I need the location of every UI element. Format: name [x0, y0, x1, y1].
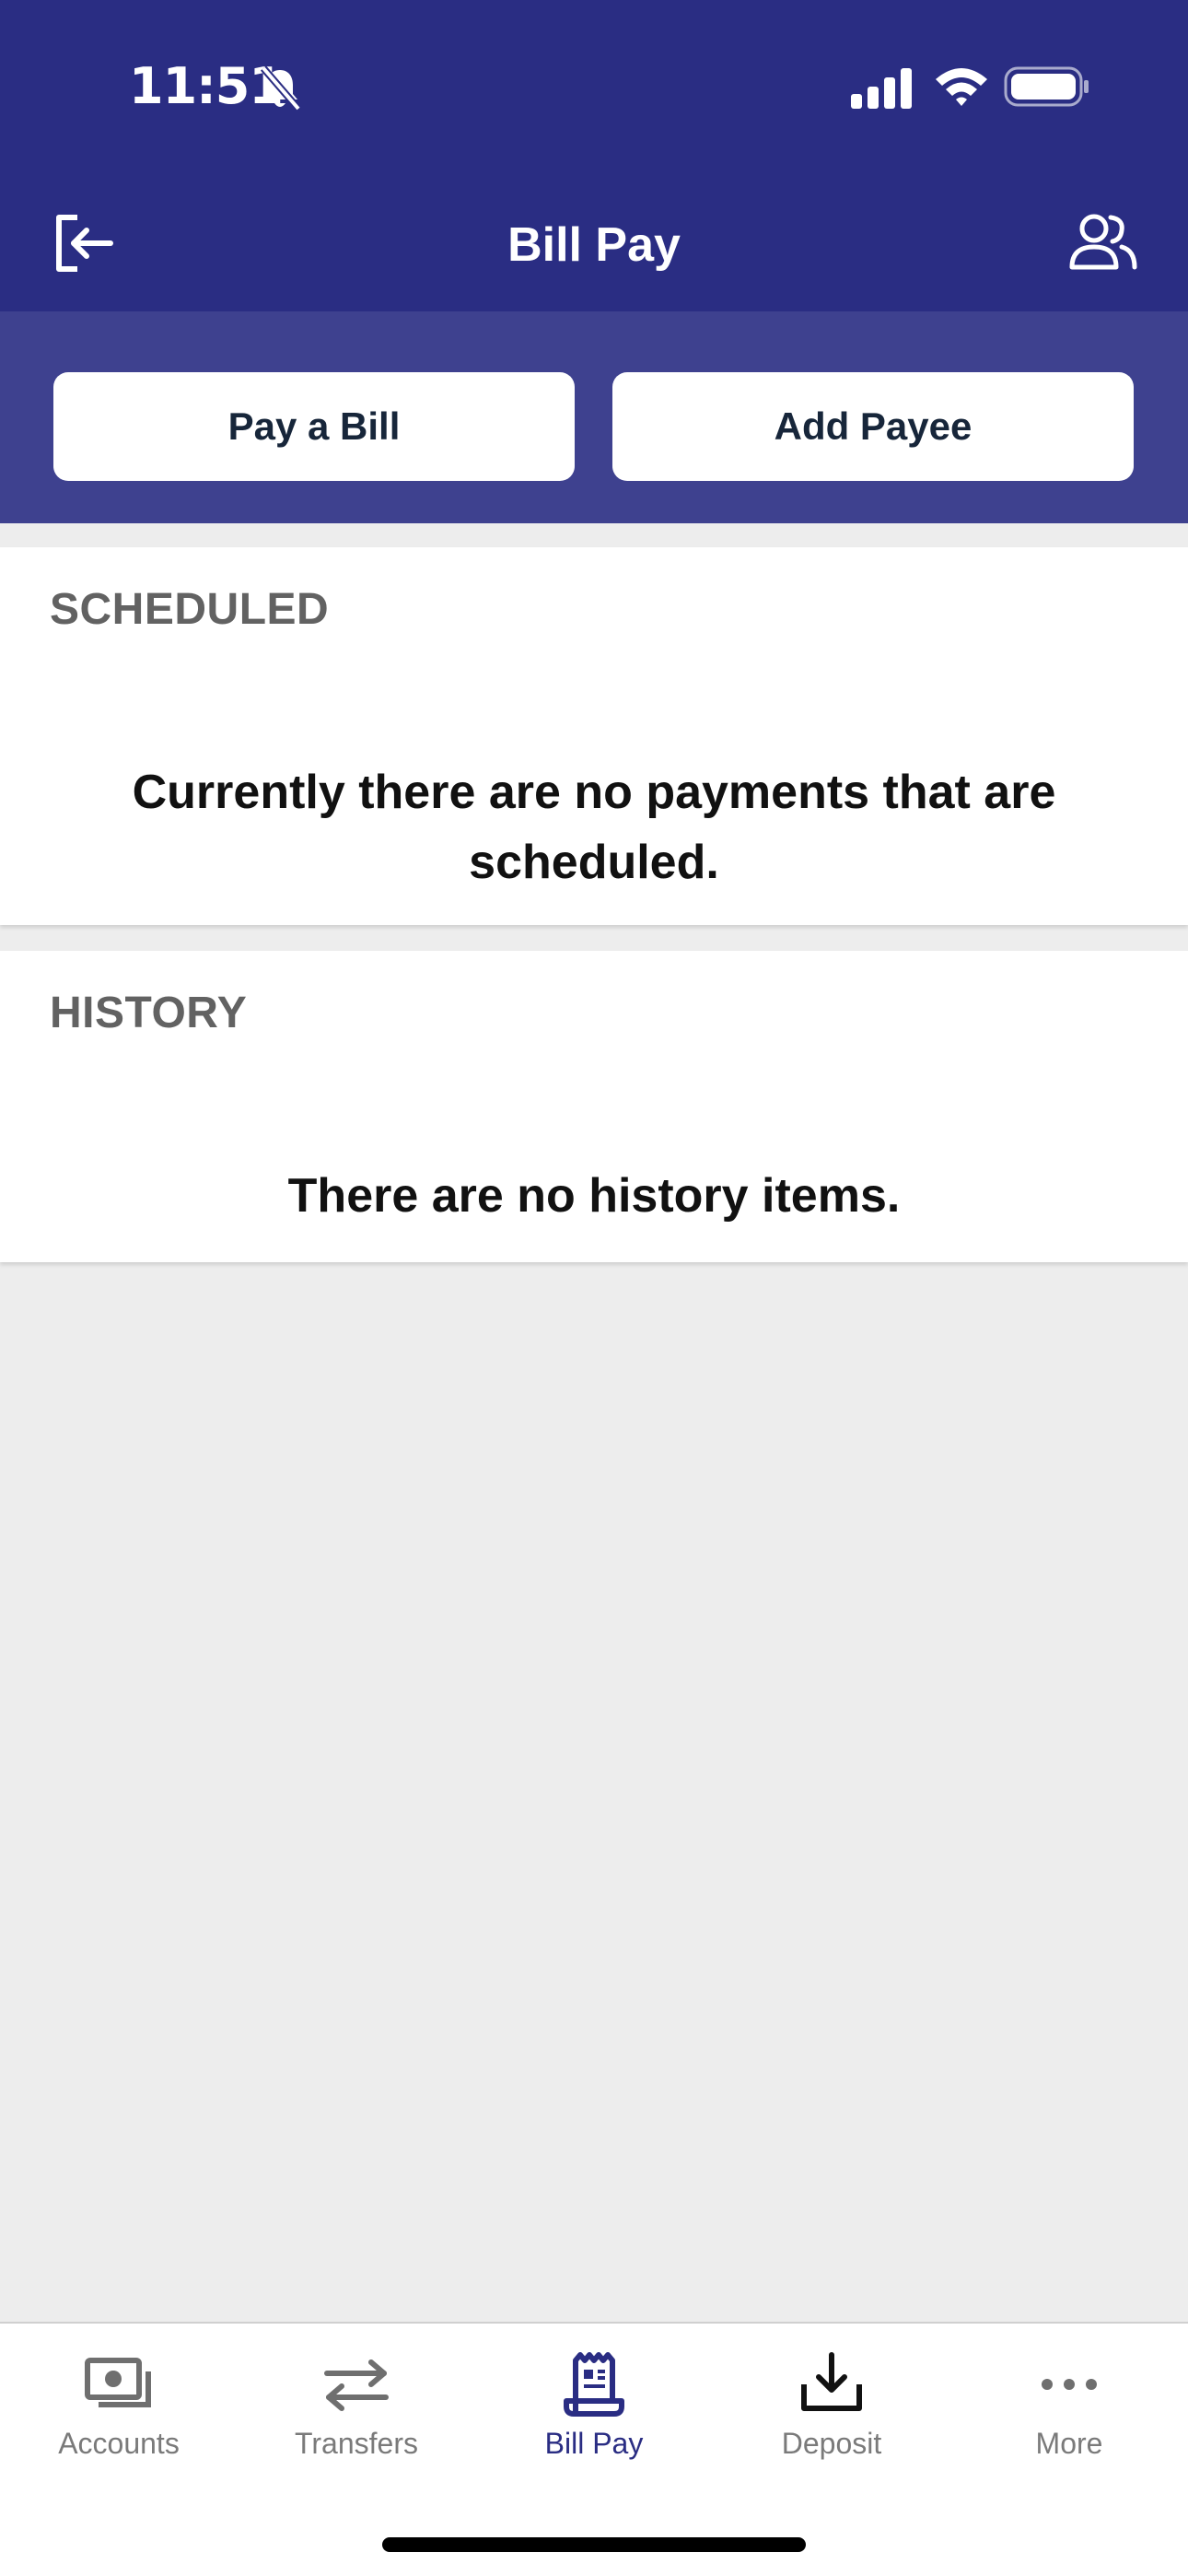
scheduled-empty-message: Currently there are no payments that are… [132, 766, 1056, 889]
battery-icon [1004, 66, 1089, 107]
transfers-icon [324, 2359, 389, 2411]
nav-header: Bill Pay [0, 175, 1188, 311]
wifi-icon [936, 68, 987, 106]
add-payee-button[interactable]: Add Payee [612, 372, 1134, 481]
tab-bill-pay-label: Bill Pay [544, 2427, 644, 2460]
history-empty-message: There are no history items. [287, 1169, 901, 1223]
scheduled-section: SCHEDULED Currently there are no payment… [0, 547, 1188, 925]
history-section: HISTORY There are no history items. [0, 951, 1188, 1262]
accounts-icon [85, 2358, 151, 2407]
more-icon [1042, 2379, 1097, 2390]
tab-bill-pay[interactable]: Bill Pay [475, 2324, 713, 2508]
scheduled-heading: SCHEDULED [50, 585, 330, 634]
tab-accounts[interactable]: Accounts [0, 2324, 238, 2508]
action-bar: Pay a Bill Add Payee [0, 311, 1188, 523]
tab-deposit-label: Deposit [781, 2427, 882, 2460]
home-indicator[interactable] [382, 2537, 806, 2552]
profile-icon[interactable] [1068, 212, 1138, 273]
tab-accounts-label: Accounts [58, 2427, 180, 2460]
pay-bill-button[interactable]: Pay a Bill [53, 372, 575, 481]
tab-deposit[interactable]: Deposit [713, 2324, 950, 2508]
bell-slash-icon [260, 65, 302, 111]
page-title: Bill Pay [507, 218, 681, 272]
history-heading: HISTORY [50, 989, 248, 1037]
cellular-signal-icon [851, 68, 912, 109]
deposit-icon [801, 2352, 862, 2411]
tab-transfers-label: Transfers [295, 2427, 418, 2460]
status-bar: 11:51 [0, 0, 1188, 175]
bill-pay-icon [564, 2352, 624, 2417]
tab-more[interactable]: More [950, 2324, 1188, 2508]
tab-more-label: More [1035, 2427, 1103, 2460]
tab-transfers[interactable]: Transfers [238, 2324, 475, 2508]
